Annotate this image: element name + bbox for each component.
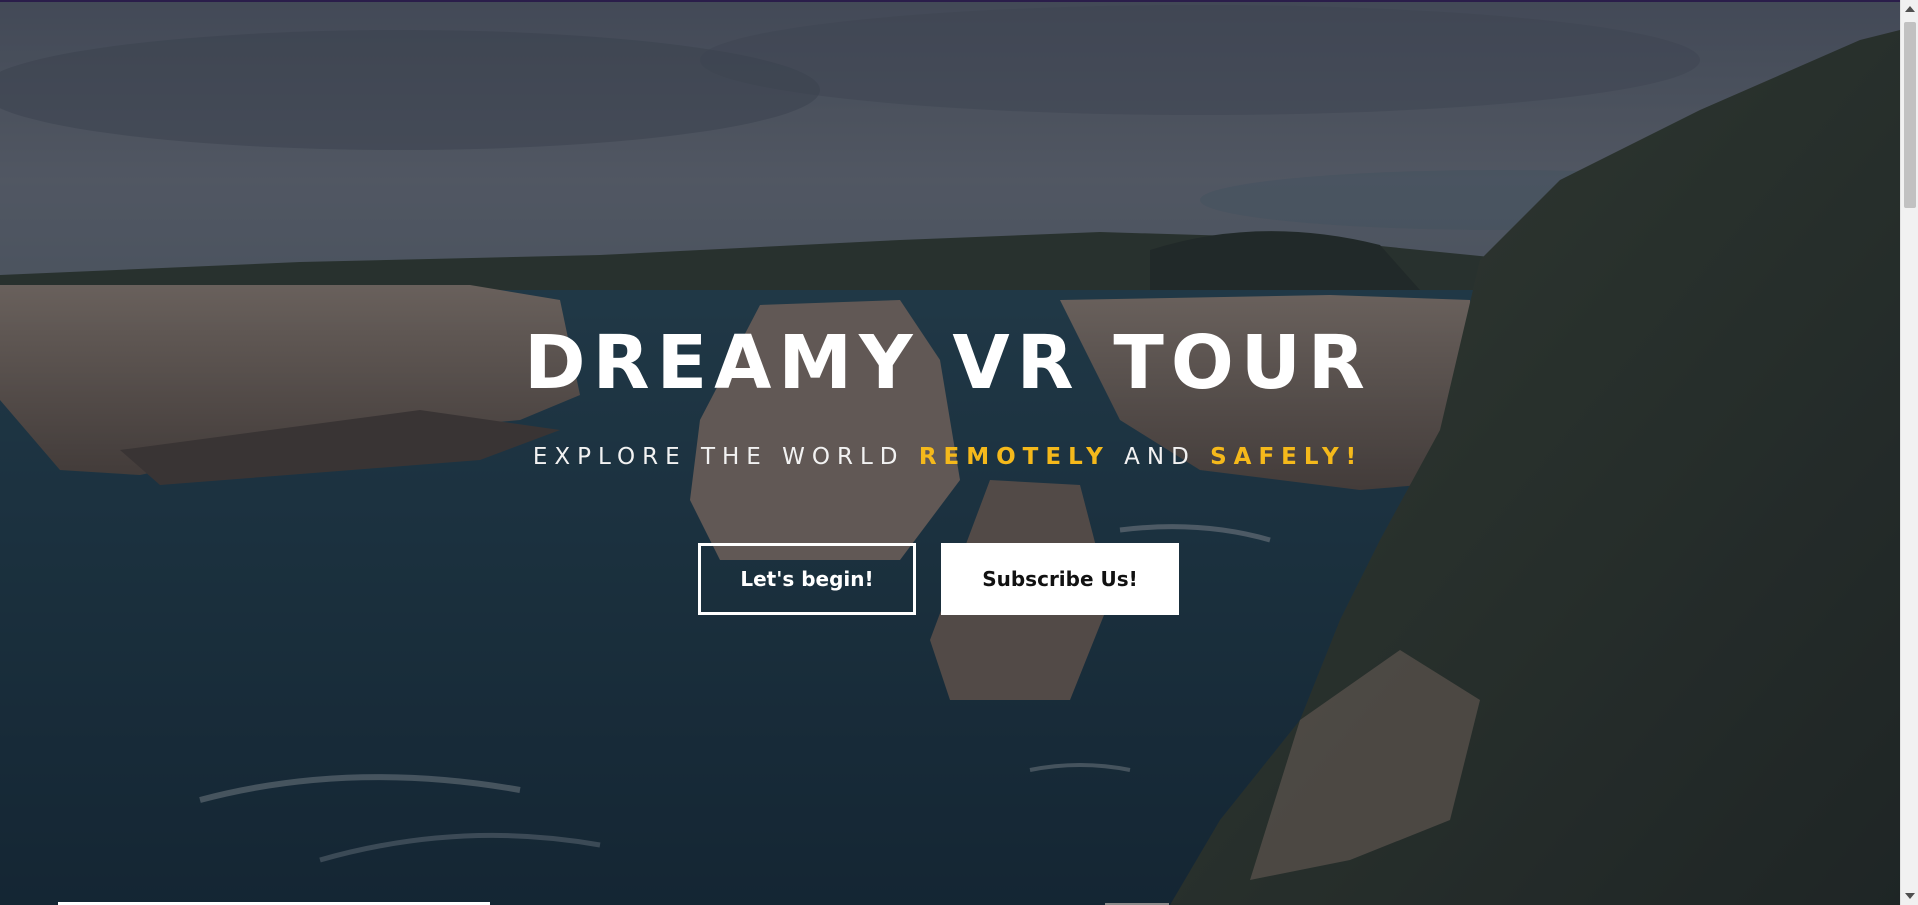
scroll-down-arrow-icon[interactable] [1905, 893, 1915, 899]
scrollbar-thumb[interactable] [1904, 22, 1916, 208]
hero-subtitle: EXPLORE THE WORLD REMOTELY AND SAFELY! [0, 440, 1896, 474]
subscribe-button[interactable]: Subscribe Us! [941, 543, 1179, 615]
hero-title: DREAMY VR TOUR [524, 320, 1372, 406]
subtitle-highlight-safely: SAFELY! [1210, 444, 1364, 470]
hero-content: DREAMY VR TOUR EXPLORE THE WORLD REMOTEL… [0, 0, 1896, 905]
subtitle-highlight-remotely: REMOTELY [918, 444, 1110, 470]
scroll-up-arrow-icon[interactable] [1905, 6, 1915, 12]
lets-begin-button[interactable]: Let's begin! [698, 543, 916, 615]
subtitle-text-2: AND [1109, 444, 1211, 470]
subtitle-text-1: EXPLORE THE WORLD [532, 444, 919, 470]
page-scrollbar[interactable] [1900, 0, 1918, 905]
